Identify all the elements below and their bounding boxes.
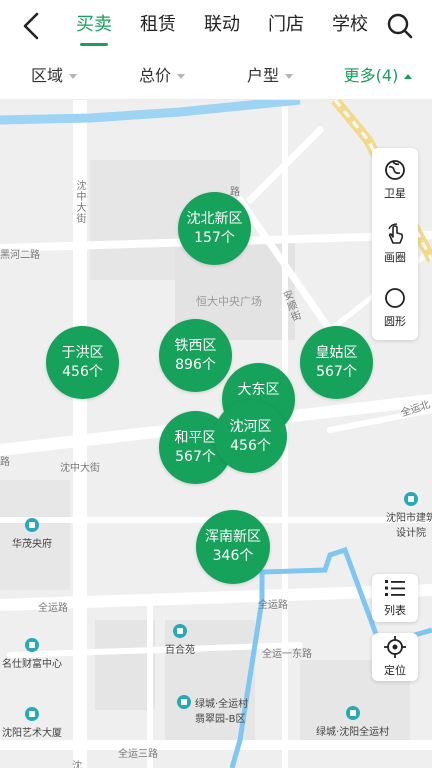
- list-icon: [385, 580, 405, 596]
- cluster-name: 浑南新区: [205, 529, 261, 545]
- cluster-name: 和平区: [174, 429, 217, 446]
- road-label: 全运路: [38, 603, 68, 614]
- road-label: 全运三路: [118, 749, 158, 760]
- cluster-name: 沈北新区: [186, 210, 243, 227]
- map-view[interactable]: 沈中大街 黑河二路 路 安顺街 全运北 沈中大街 路 全运路 全运路 全运一东路…: [0, 100, 432, 768]
- top-nav-bar: 买卖 租赁 联动 门店 学校: [0, 0, 432, 52]
- building-pin-icon: [177, 695, 191, 709]
- locate-label: 定位: [384, 664, 406, 677]
- filter-total-price[interactable]: 总价: [108, 52, 216, 99]
- road-label: 路: [0, 457, 10, 468]
- cluster-name: 于洪区: [61, 344, 104, 361]
- building-pin-icon: [404, 492, 418, 506]
- road-label: 沈中大街: [74, 180, 85, 224]
- road-label: 沈: [72, 761, 82, 768]
- cluster-count: 346个: [212, 548, 254, 564]
- tab-schools[interactable]: 学校: [318, 0, 382, 52]
- filter-layout[interactable]: 户型: [216, 52, 324, 99]
- nav-tabs: 买卖 租赁 联动 门店 学校: [62, 0, 382, 52]
- locate-button[interactable]: 定位: [372, 633, 418, 681]
- poi-label: 沈阳艺术大厦: [2, 728, 62, 739]
- cluster-shenbei[interactable]: 沈北新区 157个: [178, 192, 251, 265]
- circle-shape-label: 圆形: [384, 315, 406, 328]
- poi-label: 沈阳市建筑 设计院: [386, 513, 432, 539]
- caret-up-icon: [404, 74, 413, 79]
- search-icon: [387, 13, 413, 39]
- building-pin-icon: [345, 706, 360, 720]
- tab-buy-sell[interactable]: 买卖: [62, 0, 126, 52]
- filter-more[interactable]: 更多(4): [324, 52, 432, 99]
- caret-down-icon: [177, 74, 185, 79]
- satellite-icon: [385, 160, 405, 180]
- tab-stores[interactable]: 门店: [254, 0, 318, 52]
- app-root: 买卖 租赁 联动 门店 学校 区域 总价 户型 更多(4) 沈中大街 黑河二路 …: [0, 0, 432, 768]
- cluster-name: 铁西区: [174, 337, 217, 354]
- building-pin-icon: [173, 624, 187, 638]
- cluster-tiexi[interactable]: 铁西区 896个: [159, 319, 232, 392]
- cluster-name: 皇姑区: [315, 344, 358, 361]
- filter-more-label: 更多(4): [343, 66, 399, 85]
- poi-label: 绿城·全运村 翡翠园-B区: [195, 699, 249, 725]
- map-tools-panel: 卫星 画圈 圆形: [372, 148, 418, 340]
- circle-shape-button[interactable]: 圆形: [372, 276, 418, 340]
- filter-layout-label: 户型: [246, 66, 279, 85]
- cluster-count: 157个: [194, 229, 235, 246]
- back-arrow-icon: [23, 12, 39, 40]
- cluster-count: 456个: [230, 437, 271, 454]
- poi-lvcheng-cuicao[interactable]: 绿城·全运村 翡翠园-B区: [177, 695, 248, 725]
- cluster-shenhe[interactable]: 沈河区 456个: [214, 400, 287, 473]
- road-label: 沈中大街: [60, 463, 100, 474]
- cluster-count: 896个: [175, 356, 216, 373]
- back-button[interactable]: [18, 10, 46, 42]
- draw-circle-label: 画圈: [384, 251, 406, 264]
- circle-icon: [385, 288, 405, 308]
- list-button-card: 列表: [372, 574, 418, 622]
- draw-circle-button[interactable]: 画圈: [372, 212, 418, 276]
- list-label: 列表: [384, 604, 406, 617]
- filter-total-price-label: 总价: [138, 66, 171, 85]
- caret-down-icon: [285, 74, 293, 79]
- cluster-count: 567个: [316, 363, 357, 380]
- poi-label: 华茂央府: [12, 539, 52, 550]
- poi-label: 绿城·沈阳全运村: [316, 727, 390, 738]
- cluster-huanggu[interactable]: 皇姑区 567个: [300, 326, 373, 399]
- road-label: 全运一东路: [262, 649, 312, 660]
- poi-lvcheng-shenyang[interactable]: 绿城·沈阳全运村: [316, 706, 389, 738]
- cluster-yuhong[interactable]: 于洪区 456个: [46, 326, 119, 399]
- filter-district[interactable]: 区域: [0, 52, 108, 99]
- cluster-count: 456个: [62, 363, 103, 380]
- tab-rent[interactable]: 租赁: [126, 0, 190, 52]
- building-pin-icon: [25, 638, 39, 652]
- poi-huamao[interactable]: 华茂央府: [12, 518, 52, 550]
- filter-district-label: 区域: [30, 66, 63, 85]
- poi-label: 百合苑: [165, 645, 195, 656]
- filter-bar: 区域 总价 户型 更多(4): [0, 52, 432, 100]
- cluster-count: 567个: [175, 448, 216, 465]
- poi-jianzhu-design[interactable]: 沈阳市建筑 设计院: [386, 492, 432, 539]
- poi-mingshi[interactable]: 名仕财富中心: [2, 638, 62, 670]
- poi-hengda-plaza: 恒大中央广场: [196, 295, 262, 308]
- road-label: 全运路: [258, 600, 288, 611]
- list-button[interactable]: 列表: [372, 574, 418, 622]
- cluster-hunnan[interactable]: 浑南新区 346个: [196, 510, 270, 584]
- tab-linkage[interactable]: 联动: [190, 0, 254, 52]
- hand-draw-icon: [388, 223, 404, 244]
- poi-baihe[interactable]: 百合苑: [165, 624, 195, 656]
- building-pin-icon: [25, 707, 39, 721]
- cluster-name: 大东区: [237, 381, 280, 398]
- poi-shenyang-art[interactable]: 沈阳艺术大厦: [2, 707, 62, 739]
- cluster-name: 沈河区: [229, 418, 272, 435]
- poi-label: 名仕财富中心: [2, 659, 62, 670]
- satellite-button[interactable]: 卫星: [372, 148, 418, 212]
- search-button[interactable]: [386, 12, 414, 40]
- caret-down-icon: [69, 74, 77, 79]
- locate-button-card: 定位: [372, 633, 418, 681]
- road-label: 黑河二路: [0, 250, 40, 261]
- locate-crosshair-icon: [384, 636, 406, 658]
- building-pin-icon: [25, 518, 39, 532]
- satellite-label: 卫星: [384, 187, 406, 200]
